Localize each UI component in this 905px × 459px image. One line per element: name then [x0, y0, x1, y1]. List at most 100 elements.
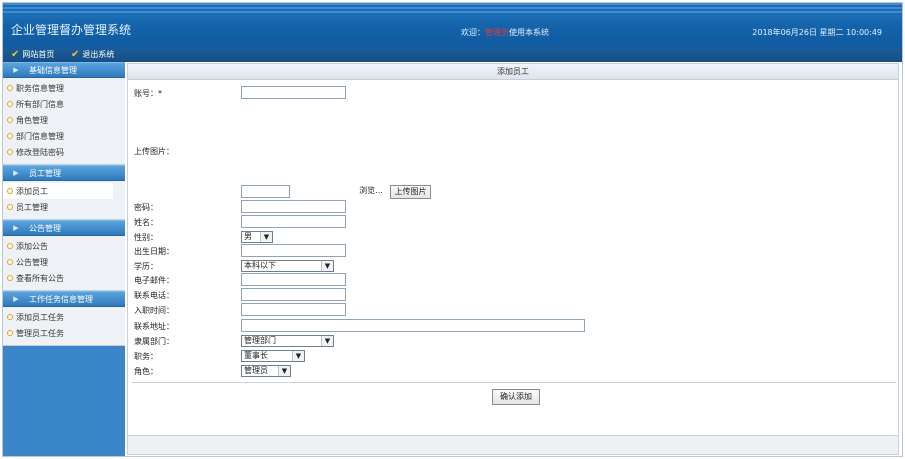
- password-input[interactable]: [241, 200, 346, 213]
- triangle-right-icon: ▶: [13, 224, 19, 232]
- circle-bullet-icon: [7, 133, 13, 139]
- welcome-text: 欢迎：管理员使用本系统: [461, 27, 549, 38]
- sidebar-item-add-notice[interactable]: 添加公告: [3, 238, 125, 254]
- chevron-down-icon: ▼: [278, 366, 290, 376]
- sidebar-item-label: 职务信息管理: [16, 83, 64, 93]
- sidebar-section-body: 添加公告 公告管理 查看所有公告: [3, 236, 125, 291]
- section-title: 工作任务信息管理: [29, 294, 93, 304]
- department-label: 隶属部门：: [134, 337, 174, 346]
- sidebar-item-roles[interactable]: 角色管理: [3, 112, 125, 128]
- sidebar-section-basic-info[interactable]: ▶ 基础信息管理: [3, 62, 125, 78]
- sidebar-item-label: 部门信息管理: [16, 131, 64, 141]
- sidebar-section-body: 添加员工 员工管理: [3, 181, 125, 220]
- checkmark-icon: ✔: [71, 49, 80, 60]
- section-title: 员工管理: [29, 168, 61, 178]
- section-title: 基础信息管理: [29, 65, 77, 75]
- current-datetime: 2018年06月26日 星期二 10:00:49: [752, 28, 882, 37]
- logout-link[interactable]: ✔ 退出系统: [71, 49, 114, 60]
- panel-title: 添加员工: [128, 64, 898, 80]
- education-select[interactable]: 本科以下 ▼: [241, 260, 334, 272]
- role-label: 角色：: [134, 367, 158, 376]
- sidebar-item-add-task[interactable]: 添加员工任务: [3, 309, 125, 325]
- sidebar-item-label: 管理员工任务: [16, 328, 64, 338]
- sidebar-item-department-info[interactable]: 部门信息管理: [3, 128, 125, 144]
- section-title: 公告管理: [29, 223, 61, 233]
- position-select-value: 董事长: [244, 351, 268, 360]
- sidebar-item-manage-employees[interactable]: 员工管理: [3, 199, 125, 215]
- sidebar-item-add-employee[interactable]: 添加员工: [3, 183, 113, 199]
- sidebar-item-manage-tasks[interactable]: 管理员工任务: [3, 325, 125, 341]
- sidebar-section-employees[interactable]: ▶ 员工管理: [3, 165, 125, 181]
- account-input[interactable]: [241, 86, 346, 99]
- sidebar-item-all-departments[interactable]: 所有部门信息: [3, 96, 125, 112]
- sidebar-section-tasks[interactable]: ▶ 工作任务信息管理: [3, 291, 125, 307]
- sidebar-item-manage-notices[interactable]: 公告管理: [3, 254, 125, 270]
- email-label: 电子邮件：: [134, 276, 174, 285]
- sidebar-section-notices[interactable]: ▶ 公告管理: [3, 220, 125, 236]
- gender-select-value: 男: [244, 232, 252, 241]
- upload-image-button[interactable]: 上传图片: [390, 185, 431, 199]
- main-panel: 添加员工 账号：* 上传图片： 浏览... 上传图片 密码： 姓名： 性别： 男…: [127, 63, 899, 437]
- sidebar-item-label: 查看所有公告: [16, 273, 64, 283]
- triangle-right-icon: ▶: [13, 169, 19, 177]
- browse-button[interactable]: 浏览...: [352, 185, 390, 199]
- checkmark-icon: ✔: [11, 49, 20, 60]
- sidebar-item-label: 公告管理: [16, 257, 48, 267]
- sidebar: ▶ 基础信息管理 职务信息管理 所有部门信息 角色管理 部门信息管理 修改登陆密…: [3, 62, 125, 456]
- gender-select[interactable]: 男 ▼: [241, 231, 273, 243]
- sidebar-section-body: 职务信息管理 所有部门信息 角色管理 部门信息管理 修改登陆密码: [3, 78, 125, 165]
- gender-label: 性别：: [134, 233, 158, 242]
- circle-bullet-icon: [7, 101, 13, 107]
- sidebar-item-label: 角色管理: [16, 115, 48, 125]
- name-input[interactable]: [241, 215, 346, 228]
- circle-bullet-icon: [7, 204, 13, 210]
- sidebar-item-label: 添加员工任务: [16, 312, 64, 322]
- sidebar-item-change-password[interactable]: 修改登陆密码: [3, 144, 125, 160]
- circle-bullet-icon: [7, 243, 13, 249]
- role-select[interactable]: 管理员 ▼: [241, 365, 291, 377]
- circle-bullet-icon: [7, 330, 13, 336]
- sidebar-item-label: 修改登陆密码: [16, 147, 64, 157]
- welcome-user: 管理员: [485, 28, 509, 37]
- chevron-down-icon: ▼: [321, 336, 333, 346]
- hire-date-label: 入职时间：: [134, 306, 174, 315]
- name-label: 姓名：: [134, 218, 158, 227]
- sidebar-item-label: 添加员工: [16, 186, 48, 196]
- home-link[interactable]: ✔ 网站首页: [11, 49, 54, 60]
- confirm-add-button[interactable]: 确认添加: [492, 389, 540, 405]
- app-title: 企业管理督办管理系统: [11, 23, 132, 37]
- triangle-right-icon: ▶: [13, 295, 19, 303]
- position-select[interactable]: 董事长 ▼: [241, 350, 305, 362]
- app-window: 企业管理督办管理系统 欢迎：管理员使用本系统 2018年06月26日 星期二 1…: [2, 2, 903, 457]
- form-divider: [132, 382, 896, 383]
- email-input[interactable]: [241, 273, 346, 286]
- circle-bullet-icon: [7, 275, 13, 281]
- upload-label: 上传图片：: [134, 147, 174, 156]
- welcome-prefix: 欢迎：: [461, 28, 485, 37]
- education-label: 学历：: [134, 262, 158, 271]
- birth-date-input[interactable]: [241, 244, 346, 257]
- sidebar-item-label: 员工管理: [16, 202, 48, 212]
- hire-date-input[interactable]: [241, 303, 346, 316]
- role-select-value: 管理员: [244, 366, 268, 375]
- file-path-input[interactable]: [241, 185, 290, 198]
- phone-label: 联系电话：: [134, 291, 174, 300]
- footer-bar: [127, 435, 899, 455]
- circle-bullet-icon: [7, 117, 13, 123]
- sidebar-item-view-notices[interactable]: 查看所有公告: [3, 270, 125, 286]
- header-banner: 企业管理督办管理系统 欢迎：管理员使用本系统 2018年06月26日 星期二 1…: [3, 3, 902, 47]
- chevron-down-icon: ▼: [321, 261, 333, 271]
- logout-link-label: 退出系统: [82, 50, 115, 59]
- sidebar-item-position-info[interactable]: 职务信息管理: [3, 80, 125, 96]
- education-select-value: 本科以下: [244, 261, 276, 270]
- chevron-down-icon: ▼: [260, 232, 272, 242]
- department-select[interactable]: 管理部门 ▼: [241, 335, 334, 347]
- header-stripes: [3, 3, 902, 15]
- password-label: 密码：: [134, 203, 158, 212]
- circle-bullet-icon: [7, 259, 13, 265]
- circle-bullet-icon: [7, 314, 13, 320]
- circle-bullet-icon: [7, 149, 13, 155]
- phone-input[interactable]: [241, 288, 346, 301]
- address-input[interactable]: [241, 319, 585, 332]
- top-navbar: ✔ 网站首页 ✔ 退出系统: [3, 47, 902, 62]
